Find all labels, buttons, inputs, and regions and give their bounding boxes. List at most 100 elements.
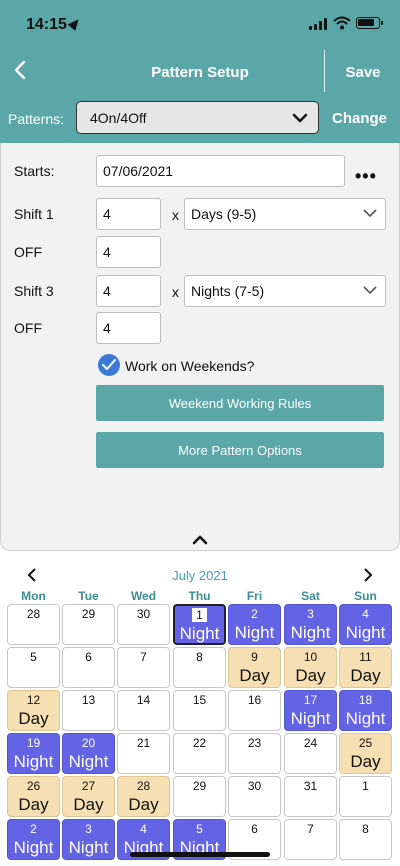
- save-button[interactable]: Save: [338, 64, 388, 81]
- calendar-day-cell[interactable]: 12 Day: [7, 690, 60, 731]
- calendar-day-number: 4: [118, 822, 169, 836]
- calendar-day-cell[interactable]: 28: [7, 604, 60, 645]
- calendar-day-cell[interactable]: 8: [173, 647, 226, 688]
- off1-days-input[interactable]: 4: [96, 236, 161, 268]
- work-weekends-checkbox[interactable]: [98, 354, 120, 376]
- calendar-day-cell[interactable]: 21: [117, 733, 170, 774]
- calendar-day-cell[interactable]: 17 Night: [284, 690, 337, 731]
- shift-label: Day: [73, 795, 104, 814]
- next-month-icon[interactable]: [360, 567, 376, 583]
- calendar-day-number-text: 26: [26, 779, 41, 793]
- calendar-day-cell[interactable]: 26 Day: [7, 776, 60, 817]
- calendar-day-cell[interactable]: 20 Night: [62, 733, 115, 774]
- calendar-day-number-text: 3: [85, 822, 92, 836]
- calendar-day-cell[interactable]: 22: [173, 733, 226, 774]
- calendar-day-cell[interactable]: 6: [62, 647, 115, 688]
- previous-month-icon[interactable]: [24, 567, 40, 583]
- calendar-day-cell[interactable]: 18 Night: [339, 690, 392, 731]
- calendar-day-cell[interactable]: 29: [62, 604, 115, 645]
- calendar-day-number-text: 31: [303, 779, 318, 793]
- chevron-down-icon: [363, 209, 377, 218]
- calendar-day-number: 9: [229, 650, 280, 664]
- calendar-day-cell[interactable]: 15: [173, 690, 226, 731]
- calendar-day-number-text: 8: [362, 822, 369, 836]
- weekend-working-rules-button[interactable]: Weekend Working Rules: [96, 385, 384, 421]
- calendar-day-cell[interactable]: 31: [284, 776, 337, 817]
- calendar-day-cell[interactable]: 30: [117, 604, 170, 645]
- off2-days-input[interactable]: 4: [96, 312, 161, 344]
- starts-date-input[interactable]: 07/06/2021: [96, 155, 345, 187]
- shift-label: Night: [290, 709, 331, 728]
- shift-label: Night: [13, 838, 54, 857]
- calendar-day-number: 5: [174, 822, 225, 836]
- calendar-day-number-text: 5: [196, 822, 203, 836]
- calendar-day-number-text: 9: [251, 650, 258, 664]
- calendar-day-cell[interactable]: 1: [339, 776, 392, 817]
- calendar-day-number-text: 4: [362, 607, 369, 621]
- chevron-up-icon[interactable]: [190, 534, 210, 546]
- calendar-day-number: 28: [118, 779, 169, 793]
- calendar-day-cell[interactable]: 2 Night: [7, 819, 60, 860]
- calendar-day-cell[interactable]: 25 Day: [339, 733, 392, 774]
- calendar-day-cell[interactable]: 24: [284, 733, 337, 774]
- work-weekends-label[interactable]: Work on Weekends?: [125, 358, 254, 374]
- calendar-day-number-text: 19: [26, 736, 41, 750]
- calendar-day-cell[interactable]: 14: [117, 690, 170, 731]
- calendar-day-number: 13: [63, 693, 114, 707]
- calendar-day-cell[interactable]: 8: [339, 819, 392, 860]
- calendar-day-number: 19: [8, 736, 59, 750]
- calendar-day-number-text: 14: [136, 693, 151, 707]
- calendar-day-cell[interactable]: 29: [173, 776, 226, 817]
- shift3-days-input[interactable]: 4: [96, 275, 161, 307]
- calendar-day-cell[interactable]: 3 Night: [62, 819, 115, 860]
- patterns-select-value: 4On/4Off: [90, 110, 147, 126]
- calendar-day-cell[interactable]: 10 Day: [284, 647, 337, 688]
- calendar-day-cell[interactable]: 16: [228, 690, 281, 731]
- calendar-day-number: 2: [8, 822, 59, 836]
- calendar-day-cell[interactable]: 3 Night: [284, 604, 337, 645]
- calendar-day-cell[interactable]: 30: [228, 776, 281, 817]
- calendar-day-cell[interactable]: 7: [284, 819, 337, 860]
- shift1-days-input[interactable]: 4: [96, 198, 161, 230]
- calendar-day-cell[interactable]: 4 Night: [339, 604, 392, 645]
- calendar-day-cell[interactable]: 23: [228, 733, 281, 774]
- back-arrow-icon[interactable]: [8, 56, 34, 86]
- calendar-day-cell[interactable]: 9 Day: [228, 647, 281, 688]
- calendar-day-number: 2: [229, 607, 280, 621]
- weekday-label-wed: Wed: [130, 589, 157, 603]
- shift-label: Day: [350, 752, 381, 771]
- more-pattern-options-button[interactable]: More Pattern Options: [96, 432, 384, 468]
- calendar-day-cell[interactable]: 27 Day: [62, 776, 115, 817]
- calendar-day-number: 17: [285, 693, 336, 707]
- starts-label: Starts:: [14, 163, 55, 179]
- patterns-select[interactable]: 4On/4Off: [76, 101, 319, 134]
- shift-label: Day: [128, 795, 159, 814]
- calendar-day-cell[interactable]: 2 Night: [228, 604, 281, 645]
- calendar-day-number: 27: [63, 779, 114, 793]
- shift-label: Day: [239, 666, 270, 685]
- calendar-day-cell[interactable]: 1 Night: [173, 604, 226, 645]
- shift-label: Day: [350, 666, 381, 685]
- calendar-day-cell[interactable]: 28 Day: [117, 776, 170, 817]
- calendar-day-cell[interactable]: 5: [7, 647, 60, 688]
- calendar-day-cell[interactable]: 11 Day: [339, 647, 392, 688]
- calendar-day-number: 3: [63, 822, 114, 836]
- more-options-icon[interactable]: •••: [355, 166, 377, 187]
- change-pattern-button[interactable]: Change: [332, 110, 387, 127]
- calendar-day-number: 11: [340, 650, 391, 664]
- header-divider: [324, 50, 325, 92]
- shift3-type-select[interactable]: Nights (7-5): [184, 275, 386, 307]
- calendar-day-number-text: 15: [192, 693, 207, 707]
- calendar-day-cell[interactable]: 13: [62, 690, 115, 731]
- calendar-day-cell[interactable]: 7: [117, 647, 170, 688]
- weekday-label-mon: Mon: [21, 589, 46, 603]
- calendar-day-cell[interactable]: 19 Night: [7, 733, 60, 774]
- calendar-day-number: 22: [174, 736, 225, 750]
- shift1-type-select[interactable]: Days (9-5): [184, 198, 386, 230]
- calendar-day-number: 1: [175, 608, 224, 622]
- calendar-day-number-text: 30: [247, 779, 262, 793]
- calendar-day-number: 8: [174, 650, 225, 664]
- calendar-day-number: 25: [340, 736, 391, 750]
- calendar-day-number: 8: [340, 822, 391, 836]
- calendar-day-number-text: 27: [81, 779, 96, 793]
